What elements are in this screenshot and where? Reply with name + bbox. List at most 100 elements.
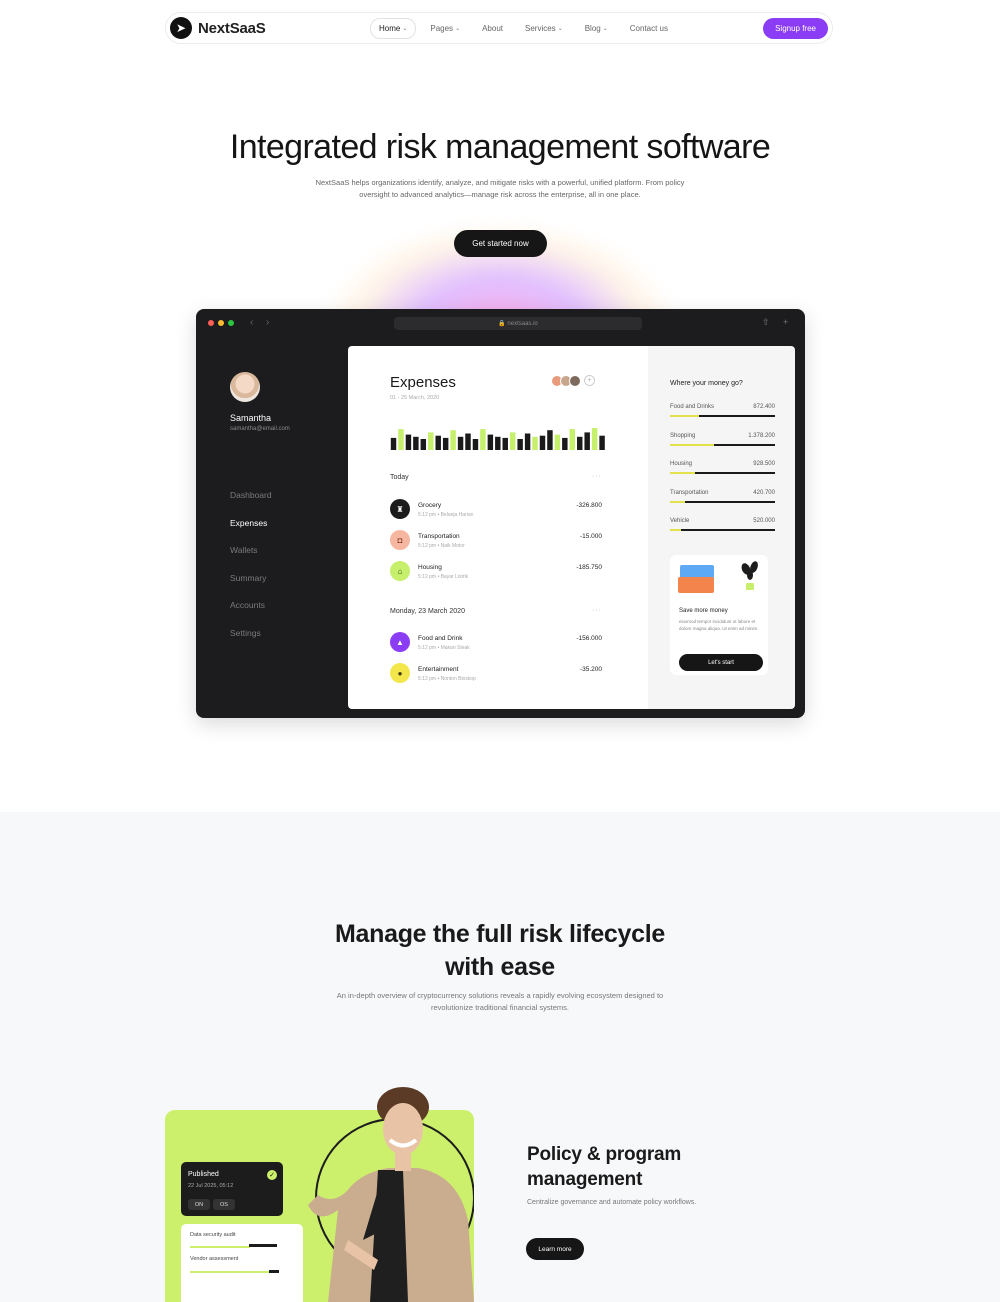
sidebar-item-dashboard[interactable]: Dashboard xyxy=(230,490,272,518)
logo[interactable]: ➤ NextSaaS xyxy=(170,17,370,39)
category-bar-fill xyxy=(670,500,685,503)
expense-bar xyxy=(457,436,464,450)
category-row[interactable]: Housing 928.500 xyxy=(670,461,775,481)
learn-more-button[interactable]: Learn more xyxy=(526,1238,584,1260)
avatar[interactable] xyxy=(230,372,260,402)
expense-bar xyxy=(569,429,576,450)
expense-bar xyxy=(487,434,494,450)
chevron-down-icon: ⌄ xyxy=(557,25,563,32)
nav-link-contact[interactable]: Contact us xyxy=(622,19,676,38)
category-bar-fill xyxy=(670,443,715,446)
transaction-meta: 5:12 pm • Makan Steak xyxy=(418,645,470,651)
sidebar-item-accounts[interactable]: Accounts xyxy=(230,600,272,628)
category-value: 928.500 xyxy=(753,461,775,467)
category-row[interactable]: Shopping 1.378.200 xyxy=(670,433,775,453)
expenses-panel: Expenses 01 - 25 March, 2020 + Today ···… xyxy=(348,346,648,709)
expense-bar xyxy=(442,437,449,450)
top-nav: ➤ NextSaaS Home ⌄ Pages ⌄ About Services ⌄ … xyxy=(165,12,833,44)
transaction-row[interactable]: ◘ Transportation 5:12 pm • Naik Motor -15.0… xyxy=(390,530,606,552)
transaction-meta: 5:12 pm • Belanja Harian xyxy=(418,512,474,518)
expense-bar xyxy=(480,429,486,450)
sidebar-item-settings[interactable]: Settings xyxy=(230,628,272,656)
section-subtitle: An in-depth overview of cryptocurrency s… xyxy=(336,991,664,1012)
breakdown-title: Where your money go? xyxy=(670,380,743,387)
house-icon: ⌂ xyxy=(390,561,410,581)
progress-bar xyxy=(190,1246,250,1248)
category-bar xyxy=(670,472,775,474)
share-icon[interactable]: ⇧ xyxy=(762,317,770,328)
category-value: 872.400 xyxy=(753,404,775,410)
category-row[interactable]: Transportation 420.700 xyxy=(670,490,775,510)
transaction-amount: -15.000 xyxy=(579,533,602,540)
progress-handle xyxy=(249,1244,277,1247)
section-title: Manage the full risk lifecycle with ease xyxy=(0,918,1000,984)
get-started-button[interactable]: Get started now xyxy=(454,230,547,257)
app-preview-window: ‹ › 🔒 nextsaas.io ⇧ + Samantha samantha@… xyxy=(196,309,805,718)
lets-start-button[interactable]: Let's start xyxy=(679,654,763,671)
expense-bar xyxy=(435,435,441,450)
forward-arrow-icon[interactable]: › xyxy=(266,317,269,328)
expense-bar xyxy=(532,436,538,450)
transaction-name: Grocery xyxy=(418,502,442,509)
shared-users: + xyxy=(551,375,595,387)
category-row[interactable]: Vehicle 520.000 xyxy=(670,518,775,538)
nav-link-label: Contact us xyxy=(629,23,669,33)
address-bar[interactable]: 🔒 nextsaas.io xyxy=(394,317,642,330)
transaction-row[interactable]: ⌂ Housing 5:12 pm • Bayar Listrik -185.750 xyxy=(390,561,606,583)
expense-bar xyxy=(539,435,546,450)
category-name: Housing xyxy=(670,461,693,467)
category-value: 520.000 xyxy=(753,518,775,524)
maximize-dot-icon xyxy=(228,320,234,326)
box-illustration xyxy=(678,577,714,593)
nav-link-blog[interactable]: Blog ⌄ xyxy=(577,19,616,38)
section-title-line: Manage the full risk lifecycle xyxy=(334,920,665,948)
plant-icon xyxy=(741,561,758,590)
category-bar xyxy=(670,443,775,446)
back-arrow-icon[interactable]: ‹ xyxy=(250,317,253,328)
nav-link-pages[interactable]: Pages ⌄ xyxy=(422,19,468,38)
browser-toolbar: ‹ › 🔒 nextsaas.io ⇧ + xyxy=(196,309,805,337)
feature-title: Policy & program management xyxy=(527,1142,681,1192)
nav-link-services[interactable]: Services ⌄ xyxy=(517,19,571,38)
sidebar-item-wallets[interactable]: Wallets xyxy=(230,545,272,573)
document-card: Data security audit Vendor assessment xyxy=(181,1224,303,1302)
more-icon[interactable]: ··· xyxy=(592,607,602,614)
address-text: nextsaas.io xyxy=(507,320,538,327)
transaction-name: Entertainment xyxy=(418,666,459,673)
expense-bar xyxy=(509,432,516,450)
sidebar-item-expenses[interactable]: Expenses xyxy=(230,518,272,546)
nav-link-label: Blog xyxy=(584,23,601,33)
sidebar-item-summary[interactable]: Summary xyxy=(230,573,272,601)
signup-button[interactable]: Signup free xyxy=(763,17,828,39)
category-row[interactable]: Food and Drinks 872.400 xyxy=(670,404,775,424)
expense-bar xyxy=(398,429,404,450)
category-bar xyxy=(670,500,775,503)
nav-link-about[interactable]: About xyxy=(474,19,511,38)
transaction-meta: 5:12 pm • Bayar Listrik xyxy=(418,574,469,580)
transaction-meta: 5:12 pm • Nonton Bioskop xyxy=(418,676,476,682)
earlier-date-label: Monday, 23 March 2020 xyxy=(390,608,465,615)
expense-bar xyxy=(465,433,471,450)
category-name: Vehicle xyxy=(670,518,690,524)
expense-bar xyxy=(428,432,434,450)
more-icon[interactable]: ··· xyxy=(592,473,602,480)
nav-link-home[interactable]: Home ⌄ xyxy=(370,17,417,39)
new-tab-icon[interactable]: + xyxy=(783,317,788,327)
transaction-row[interactable]: ▲ Food and Drink 5:12 pm • Makan Steak -156… xyxy=(390,632,606,654)
expense-bar xyxy=(450,430,456,450)
promo-card: Save more money eiusmod tempor incididun… xyxy=(670,555,768,675)
add-user-icon[interactable]: + xyxy=(584,375,595,386)
expense-bar xyxy=(591,428,598,450)
expense-bar xyxy=(495,436,501,450)
close-dot-icon xyxy=(208,320,214,326)
published-date: 22 Jul 2025, 05:12 xyxy=(188,1183,234,1189)
features-section xyxy=(0,812,1000,1302)
promo-title: Save more money xyxy=(679,608,728,614)
expenses-title: Expenses xyxy=(390,374,456,391)
transaction-row[interactable]: ● Entertainment 5:12 pm • Nonton Bioskop -3… xyxy=(390,663,606,685)
expense-bar xyxy=(413,436,419,450)
expense-bar xyxy=(472,439,479,450)
logo-text: NextSaaS xyxy=(198,19,266,37)
expense-bar xyxy=(502,437,508,450)
transaction-row[interactable]: ♜ Grocery 5:12 pm • Belanja Harian -326.800 xyxy=(390,499,606,521)
